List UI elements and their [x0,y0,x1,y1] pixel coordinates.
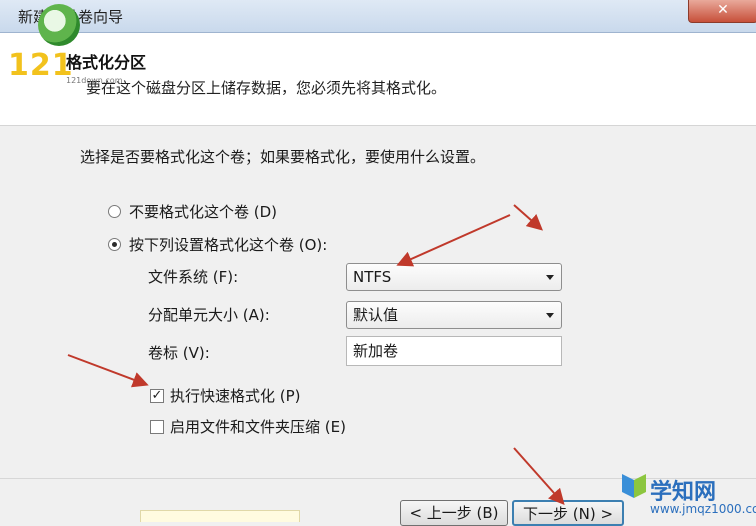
volume-label-label: 卷标 (V): [148,344,210,362]
radio-no-format[interactable]: 不要格式化这个卷 (D) [108,201,277,222]
filesystem-value: NTFS [353,268,392,286]
quick-format-option[interactable]: ✓ 执行快速格式化 (P) [150,385,301,406]
quick-format-label: 执行快速格式化 (P) [170,387,301,405]
chevron-down-icon[interactable] [546,275,554,280]
radio-no-format-label: 不要格式化这个卷 (D) [129,203,278,221]
arrow-next-button [513,447,565,505]
chevron-down-icon[interactable] [546,313,554,318]
allocation-label: 分配单元大小 (A): [148,306,270,324]
page-subtitle: 要在这个磁盘分区上储存数据，您必须先将其格式化。 [86,79,447,97]
allocation-select[interactable]: 默认值 [346,301,562,329]
radio-no-format-indicator[interactable] [108,205,121,218]
allocation-value: 默认值 [353,306,399,324]
close-icon: ✕ [717,2,729,18]
next-button[interactable]: 下一步 (N) > [512,500,624,526]
radio-format-label: 按下列设置格式化这个卷 (O): [129,236,328,254]
site-watermark: 学知网 www.jmqz1000.com [618,470,756,521]
logo-icon [38,4,80,46]
status-box [140,510,300,522]
volume-label-value: 新加卷 [353,342,399,360]
compression-checkbox[interactable] [150,419,164,434]
radio-format-indicator[interactable] [108,238,121,251]
volume-label-input[interactable]: 新加卷 [346,336,562,366]
arrow-top-right [513,204,543,231]
title-bar: 新建简单卷向导 ✕ [0,0,756,33]
site-logo: 121 121down.com [8,4,122,85]
back-button[interactable]: < 上一步 (B) [400,500,508,526]
arrow-quick-format [67,354,149,388]
filesystem-select[interactable]: NTFS [346,263,562,291]
arrow-filesystem [396,214,511,267]
filesystem-label: 文件系统 (F): [148,268,239,286]
logo-url: 121down.com [66,76,123,85]
compression-option[interactable]: 启用文件和文件夹压缩 (E) [150,416,346,437]
logo-text: 121 [8,48,74,83]
compression-label: 启用文件和文件夹压缩 (E) [170,418,346,436]
quick-format-checkbox[interactable]: ✓ [150,388,164,403]
close-button[interactable]: ✕ [688,0,756,23]
watermark-logo-icon [622,474,646,498]
radio-format[interactable]: 按下列设置格式化这个卷 (O): [108,234,327,255]
watermark-url: www.jmqz1000.com [650,502,756,516]
format-prompt: 选择是否要格式化这个卷；如果要格式化，要使用什么设置。 [80,148,486,166]
